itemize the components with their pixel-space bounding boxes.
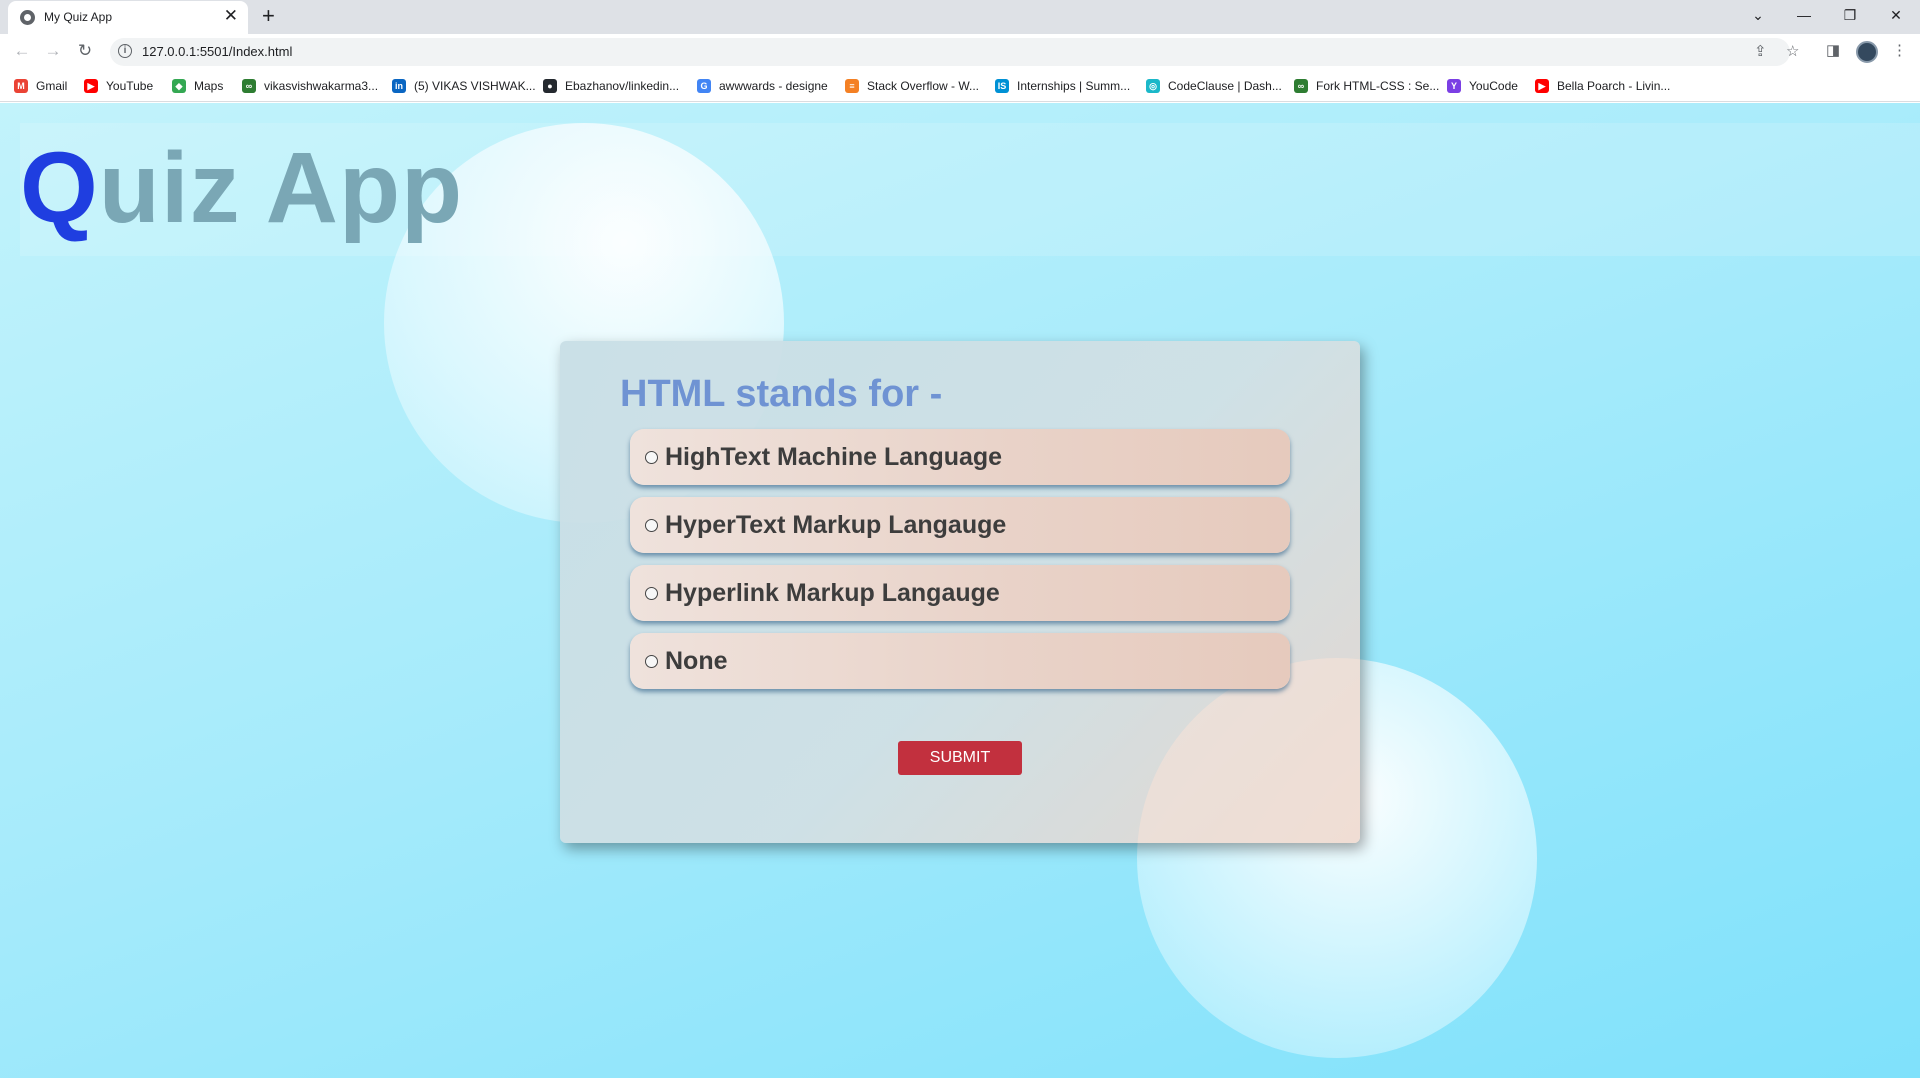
bookmark-label: Fork HTML-CSS : Se... bbox=[1316, 79, 1440, 93]
answer-option-3[interactable]: Hyperlink Markup Langauge bbox=[630, 565, 1290, 621]
restore-button[interactable]: ❐ bbox=[1840, 5, 1860, 25]
menu-icon[interactable]: ⋮ bbox=[1892, 41, 1907, 61]
youtube-icon: ▶ bbox=[1535, 79, 1549, 93]
internshala-icon: IS bbox=[995, 79, 1009, 93]
answer-label: HighText Machine Language bbox=[665, 442, 1003, 471]
radio-button[interactable] bbox=[645, 654, 658, 668]
bookmark-label: CodeClause | Dash... bbox=[1168, 79, 1282, 93]
github-icon: ● bbox=[543, 79, 557, 93]
bookmark-awwwards[interactable]: G awwwards - designe bbox=[697, 77, 828, 95]
tab-strip: My Quiz App ✕ + ⌄ — ❐ ✕ bbox=[0, 0, 1920, 34]
radio-button[interactable] bbox=[645, 450, 658, 464]
answer-option-2[interactable]: HyperText Markup Langauge bbox=[630, 497, 1290, 553]
browser-toolbar: ← → ↻ i 127.0.0.1:5501/Index.html ⇪ ☆ ◨ … bbox=[0, 34, 1920, 70]
bookmark-label: (5) VIKAS VISHWAK... bbox=[414, 79, 536, 93]
back-button[interactable]: ← bbox=[12, 41, 32, 61]
reload-button[interactable]: ↻ bbox=[75, 41, 95, 61]
minimize-button[interactable]: — bbox=[1794, 5, 1814, 25]
bookmark-maps[interactable]: ◆ Maps bbox=[172, 77, 223, 95]
youcode-icon: Y bbox=[1447, 79, 1461, 93]
bookmark-label: Maps bbox=[194, 79, 224, 93]
tab-my-quiz-app[interactable]: My Quiz App ✕ bbox=[8, 1, 248, 34]
bookmark-vikasvishwakarma[interactable]: ∞ vikasvishwakarma3... bbox=[242, 77, 378, 95]
forward-button[interactable]: → bbox=[43, 41, 63, 61]
linkedin-icon: in bbox=[392, 79, 406, 93]
bookmark-youtube[interactable]: ▶ YouTube bbox=[84, 77, 153, 95]
profile-avatar[interactable] bbox=[1856, 41, 1878, 63]
tab-search-icon[interactable]: ⌄ bbox=[1748, 5, 1768, 25]
radio-button[interactable] bbox=[645, 586, 658, 600]
bookmark-linkedin[interactable]: in (5) VIKAS VISHWAK... bbox=[392, 77, 536, 95]
quiz-card: HTML stands for - HighText Machine Langu… bbox=[560, 341, 1360, 843]
bookmark-label: Internships | Summ... bbox=[1017, 79, 1131, 93]
app-title: Quiz App bbox=[20, 133, 463, 243]
question-text: HTML stands for - bbox=[620, 373, 943, 415]
radio-button[interactable] bbox=[645, 518, 658, 532]
bookmark-star-icon[interactable]: ☆ bbox=[1786, 42, 1799, 62]
site-info-icon[interactable]: i bbox=[118, 44, 132, 58]
geeksforgeeks-icon: ∞ bbox=[242, 79, 256, 93]
bookmark-label: awwwards - designe bbox=[719, 79, 828, 93]
bookmarks-bar: M Gmail ▶ YouTube ◆ Maps ∞ vikasvishwaka… bbox=[0, 70, 1920, 102]
google-icon: G bbox=[697, 79, 711, 93]
answer-option-1[interactable]: HighText Machine Language bbox=[630, 429, 1290, 485]
answer-option-4[interactable]: None bbox=[630, 633, 1290, 689]
youtube-icon: ▶ bbox=[84, 79, 98, 93]
bookmark-label: Gmail bbox=[36, 79, 68, 93]
bookmark-label: YouCode bbox=[1469, 79, 1518, 93]
bookmark-label: YouTube bbox=[106, 79, 154, 93]
bookmark-label: Ebazhanov/linkedin... bbox=[565, 79, 680, 93]
share-icon[interactable]: ⇪ bbox=[1754, 42, 1767, 62]
bookmark-stack-overflow[interactable]: ≡ Stack Overflow - W... bbox=[845, 77, 979, 95]
bookmark-internships[interactable]: IS Internships | Summ... bbox=[995, 77, 1130, 95]
submit-button[interactable]: SUBMIT bbox=[898, 741, 1022, 775]
address-bar[interactable]: i 127.0.0.1:5501/Index.html ⇪ ☆ bbox=[110, 38, 1799, 66]
maps-icon: ◆ bbox=[172, 79, 186, 93]
bookmark-github[interactable]: ● Ebazhanov/linkedin... bbox=[543, 77, 679, 95]
bookmark-label: Bella Poarch - Livin... bbox=[1557, 79, 1671, 93]
stack-overflow-icon: ≡ bbox=[845, 79, 859, 93]
gmail-icon: M bbox=[14, 79, 28, 93]
app-title-first-letter: Q bbox=[20, 132, 99, 244]
bookmark-label: Stack Overflow - W... bbox=[867, 79, 980, 93]
codeclause-icon: ◎ bbox=[1146, 79, 1160, 93]
bookmark-fork-html-css[interactable]: ∞ Fork HTML-CSS : Se... bbox=[1294, 77, 1439, 95]
bookmark-gmail[interactable]: M Gmail bbox=[14, 77, 67, 95]
answer-label: HyperText Markup Langauge bbox=[665, 510, 1007, 539]
tab-title: My Quiz App bbox=[44, 10, 113, 24]
bookmark-codeclause[interactable]: ◎ CodeClause | Dash... bbox=[1146, 77, 1282, 95]
globe-icon bbox=[20, 10, 35, 25]
side-panel-icon[interactable]: ◨ bbox=[1826, 41, 1840, 61]
geeksforgeeks-icon: ∞ bbox=[1294, 79, 1308, 93]
page-viewport: Quiz App HTML stands for - HighText Mach… bbox=[0, 103, 1920, 1078]
close-window-button[interactable]: ✕ bbox=[1886, 5, 1906, 25]
answer-label: None bbox=[665, 646, 728, 675]
bookmark-bella-poarch[interactable]: ▶ Bella Poarch - Livin... bbox=[1535, 77, 1670, 95]
answer-label: Hyperlink Markup Langauge bbox=[665, 578, 1000, 607]
app-title-rest: uiz App bbox=[98, 132, 464, 244]
address-url[interactable]: 127.0.0.1:5501/Index.html bbox=[142, 44, 292, 59]
close-tab-icon[interactable]: ✕ bbox=[224, 6, 238, 26]
bookmark-label: vikasvishwakarma3... bbox=[264, 79, 379, 93]
bookmark-youcode[interactable]: Y YouCode bbox=[1447, 77, 1518, 95]
new-tab-button[interactable]: + bbox=[262, 2, 275, 30]
